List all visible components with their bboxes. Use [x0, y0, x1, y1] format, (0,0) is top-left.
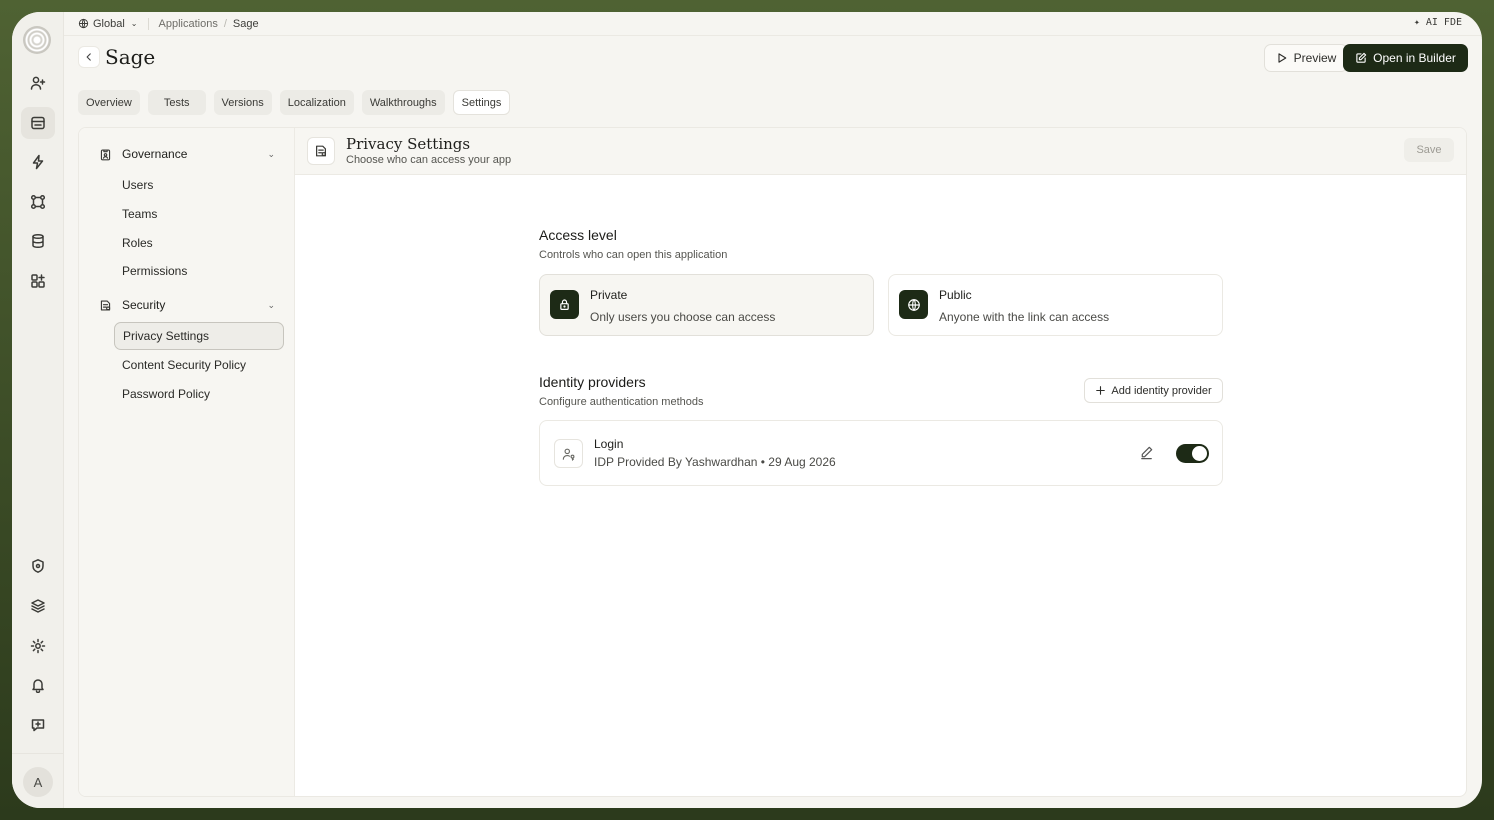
page-header: Sage Preview Open in Builder Overview Te… [64, 36, 1482, 115]
edit-icon [1356, 52, 1367, 63]
chevron-down-icon: ⌄ [267, 299, 275, 310]
top-bar: Global ⌄ Applications / Sage ✦ AI FDE [64, 12, 1482, 36]
workspace-label: Global [93, 17, 125, 30]
app-window: A Global ⌄ Applications / Sage ✦ AI FDE … [12, 12, 1482, 808]
bell-icon[interactable] [21, 669, 55, 701]
lightning-icon[interactable] [21, 146, 55, 178]
tab-localization[interactable]: Localization [279, 90, 354, 115]
chevron-down-icon: ⌄ [130, 19, 138, 28]
tab-settings[interactable]: Settings [452, 90, 511, 115]
chevron-left-icon [86, 53, 91, 61]
pencil-icon[interactable] [1139, 445, 1154, 463]
tab-tests[interactable]: Tests [147, 90, 206, 115]
access-option-private[interactable]: Private Only users you choose can access [539, 274, 874, 336]
access-option-desc: Anyone with the link can access [939, 310, 1110, 324]
group-security-label: Security [122, 298, 166, 312]
divider [147, 17, 149, 30]
provider-name: Login [594, 437, 624, 451]
group-governance[interactable]: Governance ⌄ [99, 147, 275, 161]
security-doc-icon [100, 299, 111, 311]
page-title: Sage [105, 45, 156, 69]
group-security[interactable]: Security ⌄ [99, 298, 275, 312]
preview-label: Preview [1293, 51, 1337, 65]
settings-panel: Governance ⌄ Users Teams Roles Permissio… [78, 127, 1467, 797]
tab-versions[interactable]: Versions [213, 90, 272, 115]
add-identity-provider-label: Add identity provider [1111, 384, 1212, 397]
ai-fde-button[interactable]: ✦ AI FDE [1414, 17, 1462, 28]
provider-enabled-toggle[interactable] [1176, 444, 1209, 463]
sidebar-item-password-policy[interactable]: Password Policy [114, 380, 284, 408]
app-logo [23, 26, 51, 54]
sidebar-item-privacy-settings[interactable]: Privacy Settings [114, 322, 284, 350]
rail-divider [12, 753, 64, 754]
breadcrumb-applications[interactable]: Applications [159, 18, 218, 30]
settings-sidebar: Governance ⌄ Users Teams Roles Permissio… [79, 128, 295, 796]
preview-button[interactable]: Preview [1264, 44, 1348, 72]
group-governance-label: Governance [122, 147, 188, 161]
left-rail: A [12, 12, 64, 808]
gear-icon[interactable] [21, 630, 55, 662]
layers-icon[interactable] [21, 590, 55, 622]
toggle-knob [1192, 446, 1207, 461]
add-identity-provider-button[interactable]: Add identity provider [1084, 378, 1223, 403]
globe-icon [899, 290, 928, 319]
lock-icon [550, 290, 579, 319]
content-area: Access level Controls who can open this … [295, 128, 1466, 796]
plus-icon [1096, 386, 1106, 395]
sidebar-item-content-security-policy[interactable]: Content Security Policy [114, 351, 284, 379]
breadcrumb-current: Sage [232, 17, 259, 30]
tab-bar: Overview Tests Versions Localization Wal… [78, 90, 511, 115]
workflow-icon[interactable] [21, 186, 55, 218]
access-level-title: Access level [539, 227, 617, 243]
integrations-icon[interactable] [21, 265, 55, 297]
identity-providers-subtitle: Configure authentication methods [539, 396, 704, 408]
chat-icon[interactable] [21, 709, 55, 741]
sidebar-item-teams[interactable]: Teams [114, 200, 284, 228]
sidebar-item-users[interactable]: Users [114, 171, 284, 199]
workspace-selector[interactable]: Global ⌄ [78, 18, 138, 30]
identity-providers-title: Identity providers [539, 374, 646, 390]
sidebar-item-permissions[interactable]: Permissions [114, 257, 284, 285]
tab-overview[interactable]: Overview [78, 90, 140, 115]
open-in-builder-label: Open in Builder [1373, 51, 1456, 65]
access-option-title: Private [590, 288, 628, 302]
breadcrumb-separator: / [223, 17, 227, 30]
open-in-builder-button[interactable]: Open in Builder [1343, 44, 1468, 72]
chevron-down-icon: ⌄ [267, 148, 275, 159]
clipboard-icon [100, 148, 111, 160]
tab-walkthroughs[interactable]: Walkthroughs [361, 90, 445, 115]
user-key-icon [554, 439, 583, 468]
access-option-title: Public [939, 288, 972, 302]
access-option-desc: Only users you choose can access [590, 310, 776, 324]
list-item: Login IDP Provided By Yashwardhan • 29 A… [539, 420, 1223, 486]
access-option-public[interactable]: Public Anyone with the link can access [888, 274, 1223, 336]
database-icon[interactable] [21, 225, 55, 257]
globe-icon [78, 18, 89, 29]
user-plus-icon[interactable] [21, 67, 55, 99]
avatar[interactable]: A [23, 767, 53, 797]
play-icon [1278, 53, 1286, 63]
shield-icon[interactable] [21, 550, 55, 582]
applications-icon[interactable] [21, 107, 55, 139]
ai-fde-label: AI FDE [1425, 17, 1462, 28]
provider-meta: IDP Provided By Yashwardhan • 29 Aug 202… [594, 455, 836, 469]
back-button[interactable] [78, 46, 100, 68]
access-level-subtitle: Controls who can open this application [539, 249, 728, 261]
sidebar-item-roles[interactable]: Roles [114, 229, 284, 257]
